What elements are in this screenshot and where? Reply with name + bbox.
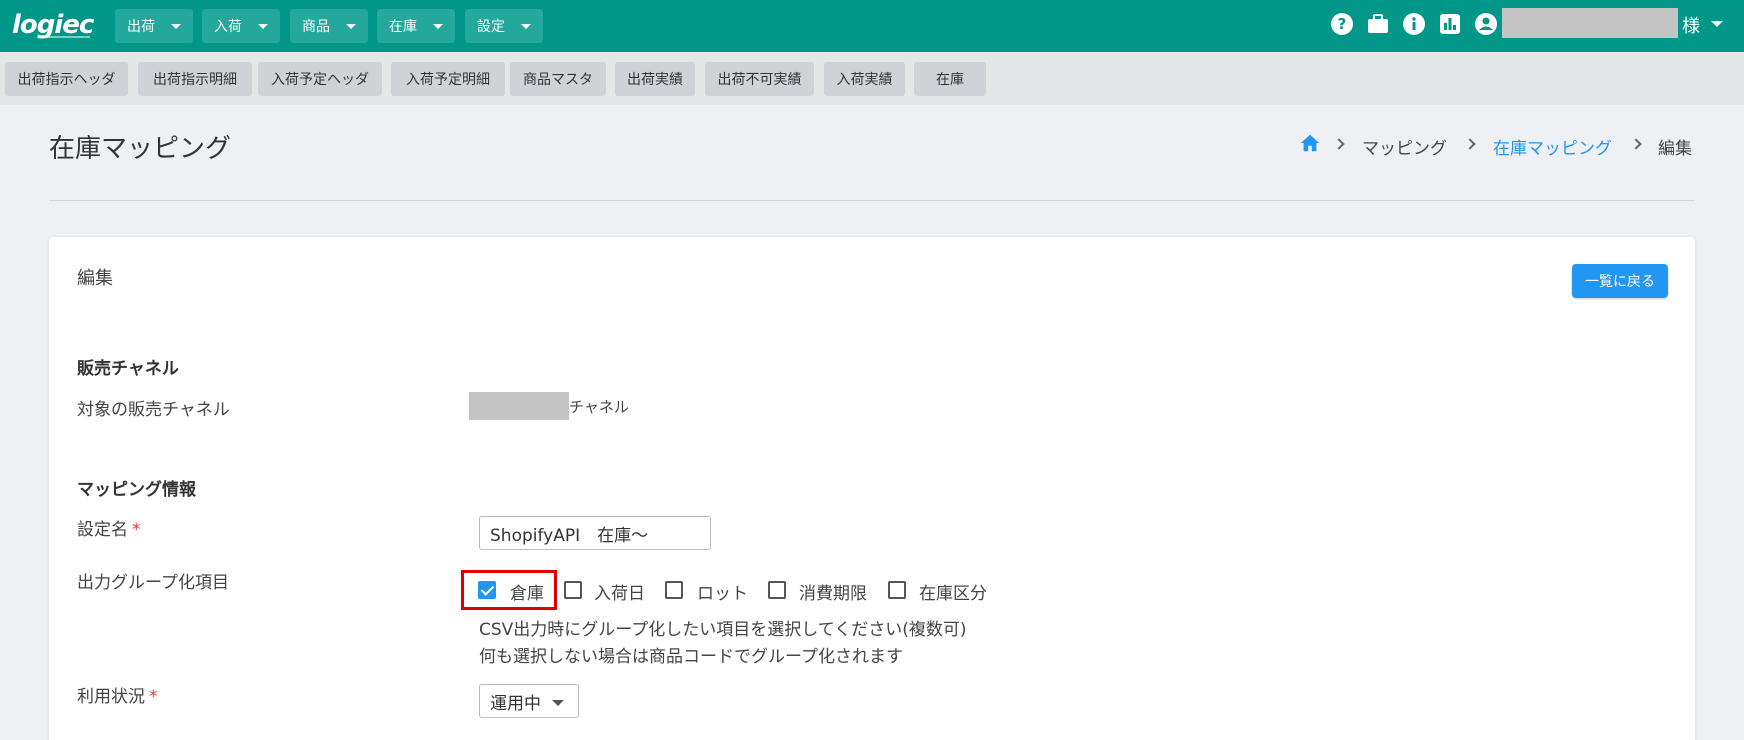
required-mark: *	[132, 520, 141, 540]
chevron-down-icon	[552, 700, 564, 706]
card-title: 編集	[77, 268, 113, 289]
chart-icon[interactable]	[1438, 12, 1462, 36]
checkbox-lot[interactable]	[665, 581, 683, 599]
status-select[interactable]: 運用中	[479, 684, 579, 718]
chevron-down-icon	[171, 24, 181, 29]
group-items-label: 出力グループ化項目	[77, 573, 229, 593]
checkbox-stock-category[interactable]	[888, 581, 906, 599]
divider	[49, 200, 1695, 201]
checkbox-warehouse[interactable]	[478, 581, 496, 599]
subnav-product-master[interactable]: 商品マスタ	[510, 62, 606, 96]
help-icon[interactable]: ?	[1330, 12, 1354, 36]
svg-text:?: ?	[1338, 15, 1347, 33]
setting-name-label-text: 設定名	[77, 520, 128, 540]
checkbox-arrival-date[interactable]	[564, 581, 582, 599]
nav-shipping[interactable]: 出荷	[115, 9, 193, 43]
page-title: 在庫マッピング	[49, 134, 232, 164]
subnav-shipping-results[interactable]: 出荷実績	[615, 62, 695, 96]
chevron-down-icon	[433, 24, 443, 29]
status-select-value: 運用中	[490, 693, 541, 714]
chevron-right-icon	[1464, 138, 1476, 150]
chevron-down-icon	[521, 24, 531, 29]
chevron-down-icon	[258, 24, 268, 29]
user-name-redacted[interactable]	[1502, 8, 1678, 38]
status-label: 利用状況 *	[77, 682, 158, 707]
checkbox-arrival-date-label[interactable]: 入荷日	[594, 579, 645, 604]
checkbox-stock-category-label[interactable]: 在庫区分	[919, 579, 987, 604]
breadcrumb-mapping: マッピング	[1362, 139, 1447, 159]
info-icon[interactable]	[1402, 12, 1426, 36]
sales-channel-heading: 販売チャネル	[77, 359, 179, 379]
back-to-list-button[interactable]: 一覧に戻る	[1572, 264, 1668, 298]
nav-receiving[interactable]: 入荷	[202, 9, 280, 43]
sub-navbar: 出荷指示ヘッダ 出荷指示明細 入荷予定ヘッダ 入荷予定明細 商品マスタ 出荷実績…	[0, 52, 1744, 105]
breadcrumb-edit: 編集	[1658, 139, 1692, 159]
setting-name-label: 設定名 *	[77, 515, 141, 540]
target-channel-label: 対象の販売チャネル	[77, 400, 230, 420]
subnav-receiving-results[interactable]: 入荷実績	[824, 62, 905, 96]
subnav-inventory[interactable]: 在庫	[914, 62, 986, 96]
required-mark: *	[149, 687, 158, 707]
mapping-info-heading: マッピング情報	[77, 480, 196, 500]
checkbox-expiry[interactable]	[768, 581, 786, 599]
subnav-shipping-failed[interactable]: 出荷不可実績	[705, 62, 814, 96]
top-navbar: logiec 出荷 入荷 商品 在庫 設定 ? 様	[0, 0, 1744, 52]
group-hint-2: 何も選択しない場合は商品コードでグループ化されます	[479, 647, 903, 667]
breadcrumb-inventory-mapping[interactable]: 在庫マッピング	[1493, 134, 1612, 159]
nav-receiving-label: 入荷	[214, 19, 242, 35]
user-suffix: 様	[1682, 16, 1700, 37]
checkbox-lot-label[interactable]: ロット	[697, 579, 748, 604]
subnav-receiving-header[interactable]: 入荷予定ヘッダ	[258, 62, 382, 96]
channel-name-redacted	[469, 392, 569, 420]
group-hint-1: CSV出力時にグループ化したい項目を選択してください(複数可)	[479, 620, 967, 640]
subnav-shipping-header[interactable]: 出荷指示ヘッダ	[5, 62, 128, 96]
nav-products[interactable]: 商品	[290, 9, 368, 43]
nav-products-label: 商品	[302, 19, 330, 35]
nav-settings-label: 設定	[477, 19, 505, 35]
setting-name-input[interactable]: ShopifyAPI 在庫～	[479, 516, 711, 550]
subnav-receiving-detail[interactable]: 入荷予定明細	[391, 62, 505, 96]
nav-inventory[interactable]: 在庫	[377, 9, 455, 43]
chevron-down-icon[interactable]	[1711, 21, 1723, 27]
checkbox-warehouse-label[interactable]: 倉庫	[510, 579, 544, 604]
home-icon[interactable]	[1299, 132, 1321, 154]
status-label-text: 利用状況	[77, 687, 145, 707]
nav-shipping-label: 出荷	[127, 19, 155, 35]
nav-inventory-label: 在庫	[389, 19, 417, 35]
channel-suffix: チャネル	[569, 398, 629, 416]
logo-underline	[42, 36, 90, 38]
subnav-shipping-detail[interactable]: 出荷指示明細	[138, 62, 252, 96]
chevron-down-icon	[346, 24, 356, 29]
checkbox-expiry-label[interactable]: 消費期限	[799, 579, 867, 604]
briefcase-icon[interactable]	[1366, 12, 1390, 36]
chevron-right-icon	[1630, 138, 1642, 150]
account-icon[interactable]	[1474, 12, 1498, 36]
chevron-right-icon	[1333, 138, 1345, 150]
nav-settings[interactable]: 設定	[465, 9, 543, 43]
